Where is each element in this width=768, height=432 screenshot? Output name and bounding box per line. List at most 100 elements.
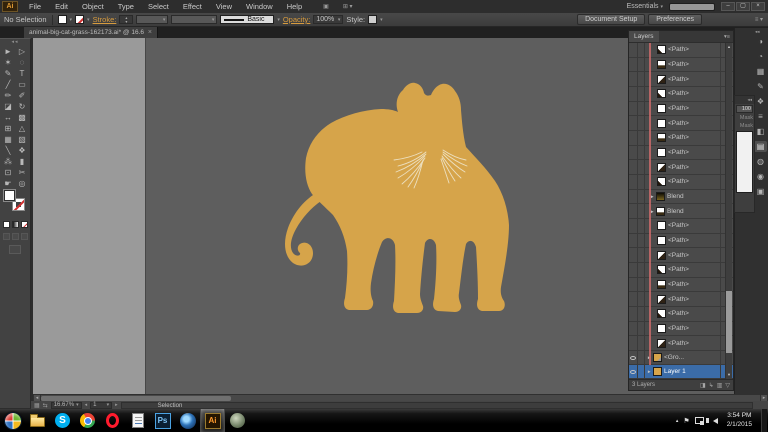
dock-expand-icon[interactable]: ◂◂	[755, 29, 760, 35]
visibility-cell[interactable]	[629, 336, 638, 350]
lock-cell[interactable]	[638, 190, 645, 204]
chevron-down-icon[interactable]: ▾	[277, 17, 280, 23]
layer-label[interactable]: <Path>	[668, 281, 689, 288]
tool-type[interactable]: T	[15, 68, 29, 79]
document-tab[interactable]: animal-big-cat-grass-162173.ai* @ 16.67%…	[24, 27, 158, 38]
layer-row[interactable]: ► <Path>	[629, 87, 733, 102]
lock-cell[interactable]	[638, 116, 645, 130]
opacity-link[interactable]: Opacity:	[283, 15, 311, 24]
tab-layers[interactable]: Layers	[629, 31, 659, 42]
none-button[interactable]	[21, 221, 28, 228]
layers-button-new-layer[interactable]: ▥	[717, 382, 723, 389]
menu-item-view[interactable]: View	[209, 0, 239, 13]
taskbar-app-opera[interactable]	[100, 409, 125, 432]
menu-item-type[interactable]: Type	[111, 0, 141, 13]
show-hidden-icons[interactable]: ▴	[676, 418, 679, 424]
lock-cell[interactable]	[638, 204, 645, 218]
dock-icon-graphic-styles[interactable]: ▣	[754, 186, 767, 197]
visibility-cell[interactable]	[629, 131, 638, 145]
stroke-link[interactable]: Stroke:	[93, 15, 117, 24]
layer-label[interactable]: <Path>	[668, 149, 689, 156]
visibility-cell[interactable]	[629, 263, 638, 277]
visibility-cell[interactable]	[629, 278, 638, 292]
tool-lasso[interactable]: ◌	[15, 57, 29, 68]
tool-magic-wand[interactable]: ✶	[1, 57, 15, 68]
fill-color-indicator[interactable]	[3, 189, 16, 202]
lock-cell[interactable]	[638, 58, 645, 72]
layer-label[interactable]: <Path>	[668, 178, 689, 185]
layer-label[interactable]: <Path>	[668, 222, 689, 229]
layer-label[interactable]: <Path>	[668, 120, 689, 127]
speaker-icon[interactable]	[713, 418, 718, 424]
taskbar-app-illustrator[interactable]: Ai	[200, 409, 225, 432]
layer-row[interactable]: ► <Path>	[629, 234, 733, 249]
layer-row[interactable]: ► Blend	[629, 190, 733, 205]
lock-cell[interactable]	[638, 278, 645, 292]
layer-label[interactable]: <Path>	[668, 340, 689, 347]
visibility-cell[interactable]	[629, 116, 638, 130]
visibility-cell[interactable]	[629, 292, 638, 306]
layer-row[interactable]: ► <Path>	[629, 248, 733, 263]
grid-icon[interactable]: ▦	[34, 402, 40, 409]
tool-pencil[interactable]: ✐	[15, 90, 29, 101]
network-icon[interactable]	[695, 417, 704, 425]
panel-options-icon[interactable]: ≡ ▾	[755, 16, 763, 23]
tool-line-segment[interactable]: ╱	[1, 79, 15, 90]
draw-behind-button[interactable]	[12, 233, 19, 240]
visibility-cell[interactable]	[629, 43, 638, 57]
tool-pen[interactable]: ✎	[1, 68, 15, 79]
visibility-cell[interactable]	[629, 322, 638, 336]
layer-label[interactable]: <Path>	[668, 296, 689, 303]
menu-item-object[interactable]: Object	[75, 0, 111, 13]
layer-row[interactable]: ► <Path>	[629, 292, 733, 307]
fill-swatch[interactable]	[58, 15, 67, 24]
tool-hand[interactable]: ☛	[1, 178, 15, 189]
expand-triangle-icon[interactable]: ►	[650, 209, 654, 214]
tool-slice[interactable]: ✂	[15, 167, 29, 178]
layer-label[interactable]: <Path>	[668, 310, 689, 317]
layer-row[interactable]: ► <Path>	[629, 131, 733, 146]
layer-label[interactable]: <Path>	[668, 90, 689, 97]
dock-icon-transparency[interactable]: ◍	[754, 156, 767, 167]
taskbar-app-photoshop[interactable]: Ps	[150, 409, 175, 432]
dock-icon-stroke[interactable]: ≡	[754, 111, 767, 122]
menu-item-effect[interactable]: Effect	[176, 0, 209, 13]
visibility-cell[interactable]	[629, 58, 638, 72]
gradient-button[interactable]	[12, 221, 19, 228]
expand-triangle-icon[interactable]: ►	[647, 355, 651, 360]
lock-cell[interactable]	[638, 351, 645, 364]
draw-normal-button[interactable]	[3, 233, 10, 240]
horizontal-scrollbar[interactable]: ◂ ▸	[33, 394, 768, 401]
tool-blend[interactable]: ❖	[15, 145, 29, 156]
close-tab-icon[interactable]: ×	[148, 29, 152, 36]
search-input[interactable]	[669, 3, 715, 11]
screen-mode-button[interactable]	[9, 245, 21, 254]
tool-direct-selection[interactable]: ▷	[15, 46, 29, 57]
tool-shape-builder[interactable]: ⊞	[1, 123, 15, 134]
document-setup-button[interactable]: Document Setup	[577, 14, 645, 25]
visibility-cell[interactable]	[629, 248, 638, 262]
visibility-cell[interactable]	[629, 146, 638, 160]
lock-cell[interactable]	[638, 248, 645, 262]
dock-icon-layers[interactable]: ▤	[754, 141, 767, 152]
layer-label[interactable]: <Path>	[668, 134, 689, 141]
layer-row[interactable]: ► <Path>	[629, 175, 733, 190]
cat-silhouette[interactable]	[305, 83, 509, 313]
visibility-cell[interactable]	[629, 234, 638, 248]
tool-rectangle[interactable]: ▭	[15, 79, 29, 90]
dock-icon-color-guide[interactable]: ◔	[754, 51, 767, 62]
draw-inside-button[interactable]	[21, 233, 28, 240]
layer-row-selected[interactable]: ► Layer 1	[629, 365, 733, 379]
variable-width-select[interactable]: ▾	[171, 15, 217, 24]
tool-paintbrush[interactable]: ✏	[1, 90, 15, 101]
layer-row[interactable]: ► <Path>	[629, 307, 733, 322]
layer-row[interactable]: ► <Path>	[629, 263, 733, 278]
dock-icon-gradient[interactable]: ◧	[754, 126, 767, 137]
layer-label[interactable]: <Path>	[668, 237, 689, 244]
layer-row[interactable]: ► <Path>	[629, 43, 733, 58]
lock-cell[interactable]	[638, 336, 645, 350]
layer-row[interactable]: ► <Path>	[629, 160, 733, 175]
tool-zoom[interactable]: ◎	[15, 178, 29, 189]
zoom-level-select[interactable]: 16.67%▾	[51, 402, 82, 409]
layer-row[interactable]: ► <Path>	[629, 102, 733, 117]
